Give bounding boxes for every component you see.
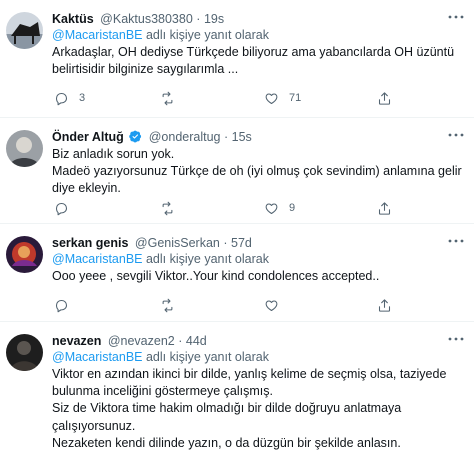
replying-to: @MacaristanBE adlı kişiye yanıt olarak xyxy=(52,251,462,268)
share-icon xyxy=(378,201,391,215)
like-icon xyxy=(265,299,278,311)
share-button[interactable] xyxy=(377,88,392,108)
tweet-timestamp[interactable]: 44d xyxy=(186,334,207,348)
share-button[interactable] xyxy=(377,295,392,315)
tweet-text-line: diye ekleyin. xyxy=(52,181,121,196)
tweet-serkan-genis[interactable]: serkan genis @GenisSerkan · 57d @Macaris… xyxy=(0,224,474,322)
user-handle[interactable]: @GenisSerkan xyxy=(135,236,220,250)
more-icon[interactable] xyxy=(446,10,466,24)
tweet-text-line: bulunma inceliğini göstermeye çalışmış. xyxy=(52,384,273,399)
reply-button[interactable] xyxy=(54,198,79,218)
tweet-actions: 9 xyxy=(52,198,412,218)
more-icon[interactable] xyxy=(446,234,466,248)
display-name[interactable]: serkan genis xyxy=(52,236,128,250)
avatar[interactable] xyxy=(6,334,43,371)
avatar[interactable] xyxy=(6,236,43,273)
tweet-text: Ooo yeee , sevgili Viktor..Your kind con… xyxy=(52,268,462,285)
user-handle[interactable]: @nevazen2 xyxy=(108,334,175,348)
user-handle[interactable]: @Kaktus380380 xyxy=(100,12,193,26)
tweet-actions: 3 71 xyxy=(52,88,412,108)
tweet-text-line: Ooo yeee , sevgili Viktor..Your kind con… xyxy=(52,269,380,283)
tweet-actions xyxy=(52,295,412,315)
replying-to: @MacaristanBE adlı kişiye yanıt olarak xyxy=(52,27,462,44)
display-name[interactable]: Önder Altuğ xyxy=(52,130,124,144)
separator-dot: · xyxy=(196,12,201,26)
retweet-button[interactable] xyxy=(160,198,185,218)
tweet-text: Arkadaşlar, OH dediyse Türkçede biliyoru… xyxy=(52,44,462,78)
more-icon[interactable] xyxy=(446,332,466,346)
like-icon xyxy=(265,202,278,214)
tweet-text-line: Nezaketen kendi dilinde yazın, o da düzg… xyxy=(52,435,401,450)
retweet-icon xyxy=(162,298,173,312)
mention-link[interactable]: @MacaristanBE xyxy=(52,252,143,266)
tweet-timestamp[interactable]: 19s xyxy=(204,12,224,26)
user-handle[interactable]: @onderaltug xyxy=(149,130,221,144)
tweet-text-line: Arkadaşlar, OH dediyse Türkçede biliyoru… xyxy=(52,45,455,59)
reply-feed: Kaktüs @Kaktus380380 · 19s @MacaristanBE… xyxy=(0,0,474,456)
reply-icon xyxy=(55,92,68,105)
reply-count: 3 xyxy=(79,92,86,104)
tweet-text: Viktor en azından ikinci bir dilde, yanl… xyxy=(52,366,462,452)
tweet-text-line: Madeö yazıyorsunuz Türkçe de oh (iyi olm… xyxy=(52,164,462,179)
retweet-button[interactable] xyxy=(160,88,185,108)
replying-to-text: adlı kişiye yanıt olarak xyxy=(142,350,269,364)
reply-icon xyxy=(55,202,68,215)
reply-button[interactable] xyxy=(54,295,79,315)
like-icon xyxy=(265,92,278,104)
avatar[interactable] xyxy=(6,130,43,167)
tweet-text: Biz anladık sorun yok. Madeö yazıyorsunu… xyxy=(52,146,462,198)
tweet-text-line: Biz anladık sorun yok. xyxy=(52,147,175,161)
tweet-text-line: Viktor en azından ikinci bir dilde, yanl… xyxy=(52,367,447,381)
tweet-text-line: çalışıyorsunuz. xyxy=(52,418,136,433)
more-icon[interactable] xyxy=(446,128,466,142)
replying-to-text: adlı kişiye yanıt olarak xyxy=(142,252,269,266)
tweet-onder-altug[interactable]: Önder Altuğ @onderaltug · 15s Biz anladı… xyxy=(0,118,474,224)
share-button[interactable] xyxy=(377,198,392,218)
tweet-text-line: Siz de Viktora time hakim olmadığı bir d… xyxy=(52,401,402,416)
retweet-icon xyxy=(162,201,173,215)
separator-dot: · xyxy=(178,334,183,348)
separator-dot: · xyxy=(223,236,228,250)
retweet-button[interactable] xyxy=(160,295,185,315)
like-count: 9 xyxy=(289,202,296,214)
mention-link[interactable]: @MacaristanBE xyxy=(52,350,143,364)
tweet-kaktus[interactable]: Kaktüs @Kaktus380380 · 19s @MacaristanBE… xyxy=(0,0,474,118)
mention-link[interactable]: @MacaristanBE xyxy=(52,28,143,42)
share-icon xyxy=(378,298,391,312)
share-icon xyxy=(378,91,391,105)
verified-icon xyxy=(129,130,142,143)
tweet-timestamp[interactable]: 15s xyxy=(232,130,252,144)
tweet-text-line: belirtisidir bilginize saygılarımla ... xyxy=(52,62,239,77)
tweet-timestamp[interactable]: 57d xyxy=(231,236,252,250)
retweet-icon xyxy=(162,91,173,105)
tweet-nevazen[interactable]: nevazen @nevazen2 · 44d @MacaristanBE ad… xyxy=(0,322,474,456)
avatar[interactable] xyxy=(6,12,43,49)
separator-dot: · xyxy=(223,130,229,144)
like-button[interactable] xyxy=(264,295,289,315)
like-count: 71 xyxy=(289,92,302,104)
display-name[interactable]: nevazen xyxy=(52,334,101,348)
replying-to: @MacaristanBE adlı kişiye yanıt olarak xyxy=(52,349,462,366)
reply-button[interactable]: 3 xyxy=(54,88,85,108)
like-button[interactable]: 9 xyxy=(264,198,295,218)
like-button[interactable]: 71 xyxy=(264,88,301,108)
replying-to-text: adlı kişiye yanıt olarak xyxy=(142,28,269,42)
reply-icon xyxy=(55,299,68,312)
display-name[interactable]: Kaktüs xyxy=(52,12,94,26)
